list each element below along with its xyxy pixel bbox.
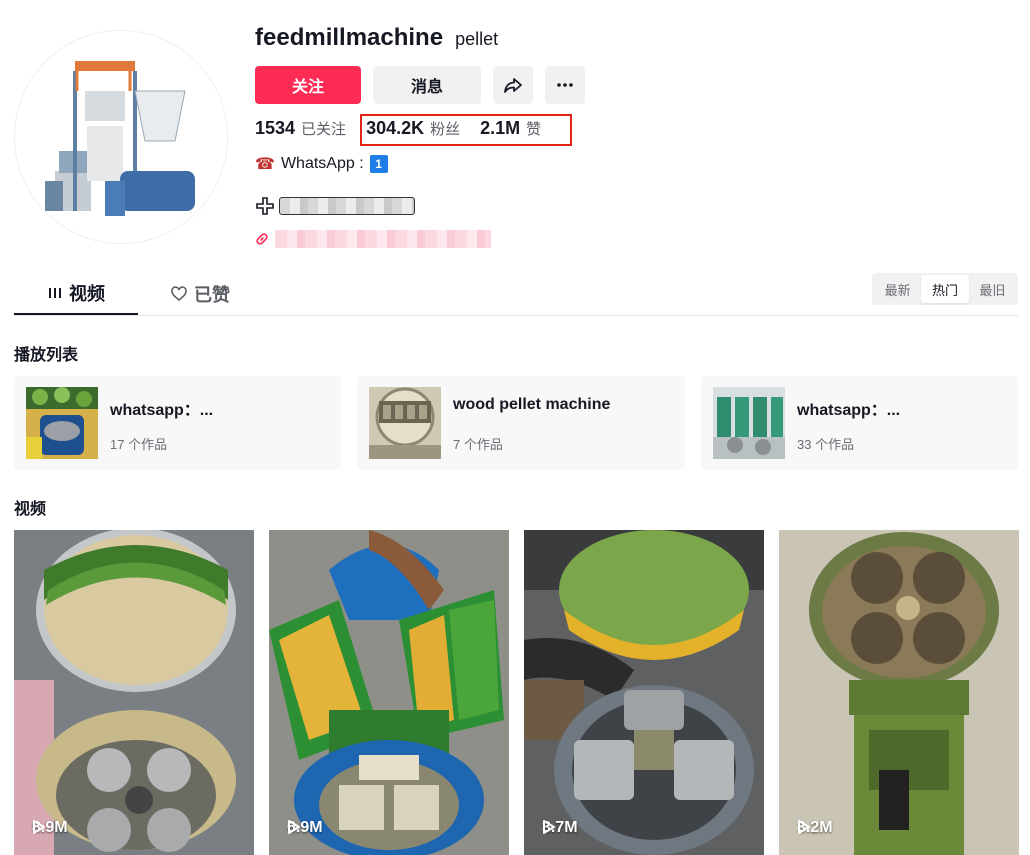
video-thumbnail [524,530,764,855]
video-views: 3.7M [542,819,578,837]
share-button[interactable] [493,66,533,104]
telephone-icon: ☎ [255,156,275,173]
tab-videos[interactable]: 视频 [14,272,138,315]
video-thumbnail [269,530,509,855]
sort-oldest-button[interactable]: 最旧 [969,275,1016,303]
plus-icon [256,197,274,215]
video-thumbnail [14,530,254,855]
video-views: 6.9M [287,819,323,837]
video-card[interactable]: 3.2M [779,530,1019,855]
tab-liked-label: 已赞 [194,284,230,305]
profile-username: feedmillmachine [255,24,444,51]
bio-link-row[interactable] [255,230,491,248]
profile-bio: ☎ WhatsApp : 1 [255,154,388,174]
playlist-card[interactable]: whatsapp：... 33 个作品 [701,376,1018,470]
playlist-title: wood pellet machine [453,396,611,413]
videos-heading: 视频 [14,501,47,518]
blurred-link [275,230,491,248]
playlist-thumbnail [26,387,98,459]
profile-nickname: pellet [455,29,499,49]
tab-liked[interactable]: 已赞 [170,272,230,315]
video-card[interactable]: 3.7M [524,530,764,855]
sort-toggle: 最新 热门 最旧 [872,273,1018,305]
playlist-count: 33 个作品 [797,437,855,452]
more-dots-icon [557,83,573,87]
stats-highlight-annotation [360,114,572,146]
video-views: 8.9M [32,819,68,837]
tab-videos-label: 视频 [69,283,105,304]
following-label[interactable]: 已关注 [301,118,346,139]
bio-contact-row [255,196,415,216]
profile-tabs: 视频 已赞 [14,272,1018,316]
heart-icon [171,285,187,301]
playlist-title: whatsapp：... [797,402,901,419]
sort-popular-button[interactable]: 热门 [921,275,969,303]
playlists-heading: 播放列表 [14,347,79,364]
playlist-count: 7 个作品 [453,437,503,452]
play-icon [543,820,555,834]
video-card[interactable]: 8.9M [14,530,254,855]
play-icon [288,820,300,834]
grid-lines-icon [49,287,61,298]
video-card[interactable]: 6.9M [269,530,509,855]
number-badge-icon: 1 [369,155,388,173]
sort-latest-button[interactable]: 最新 [874,275,921,303]
playlist-thumbnail [369,387,441,459]
follow-button[interactable]: 关注 [255,66,361,104]
link-icon [256,233,268,245]
video-views: 3.2M [797,819,833,837]
playlist-count: 17 个作品 [110,437,168,452]
playlist-thumbnail [713,387,785,459]
more-button[interactable] [545,66,585,104]
play-icon [798,820,810,834]
profile-actions: 关注 消息 [255,66,585,104]
playlist-card[interactable]: whatsapp：... 17 个作品 [14,376,341,470]
video-thumbnail [779,530,1019,855]
playlist-card[interactable]: wood pellet machine 7 个作品 [357,376,685,470]
profile-name-row: feedmillmachine pellet [255,24,498,52]
feed-mill-machine-image [15,31,227,243]
blurred-contact [279,197,415,215]
following-count: 1534 [255,118,296,138]
message-button[interactable]: 消息 [373,66,481,104]
playlist-title: whatsapp：... [110,402,214,419]
share-icon [504,78,522,93]
profile-avatar[interactable] [14,30,228,244]
play-icon [33,820,45,834]
bio-text: WhatsApp : [280,155,364,172]
